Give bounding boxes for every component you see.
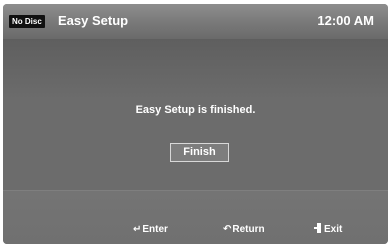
enter-label: Enter <box>142 224 168 235</box>
exit-hint[interactable]: Exit <box>314 223 342 237</box>
setup-screen: No Disc Easy Setup 12:00 AM Easy Setup i… <box>3 4 388 244</box>
disc-status-badge: No Disc <box>9 15 45 28</box>
finish-button[interactable]: Finish <box>170 143 229 162</box>
return-icon: ↶ <box>223 224 232 235</box>
exit-label: Exit <box>324 224 343 235</box>
page-title: Easy Setup <box>58 13 129 28</box>
dialog-area: Easy Setup is finished. Finish <box>3 40 388 190</box>
enter-icon: ↵ <box>133 224 142 235</box>
enter-hint[interactable]: ↵Enter <box>133 223 168 237</box>
return-label: Return <box>232 224 265 235</box>
completion-message: Easy Setup is finished. <box>135 104 256 116</box>
clock: 12:00 AM <box>317 13 374 28</box>
exit-icon <box>314 223 322 233</box>
return-hint[interactable]: ↶Return <box>223 223 265 237</box>
header-bar: No Disc Easy Setup 12:00 AM <box>3 4 388 40</box>
